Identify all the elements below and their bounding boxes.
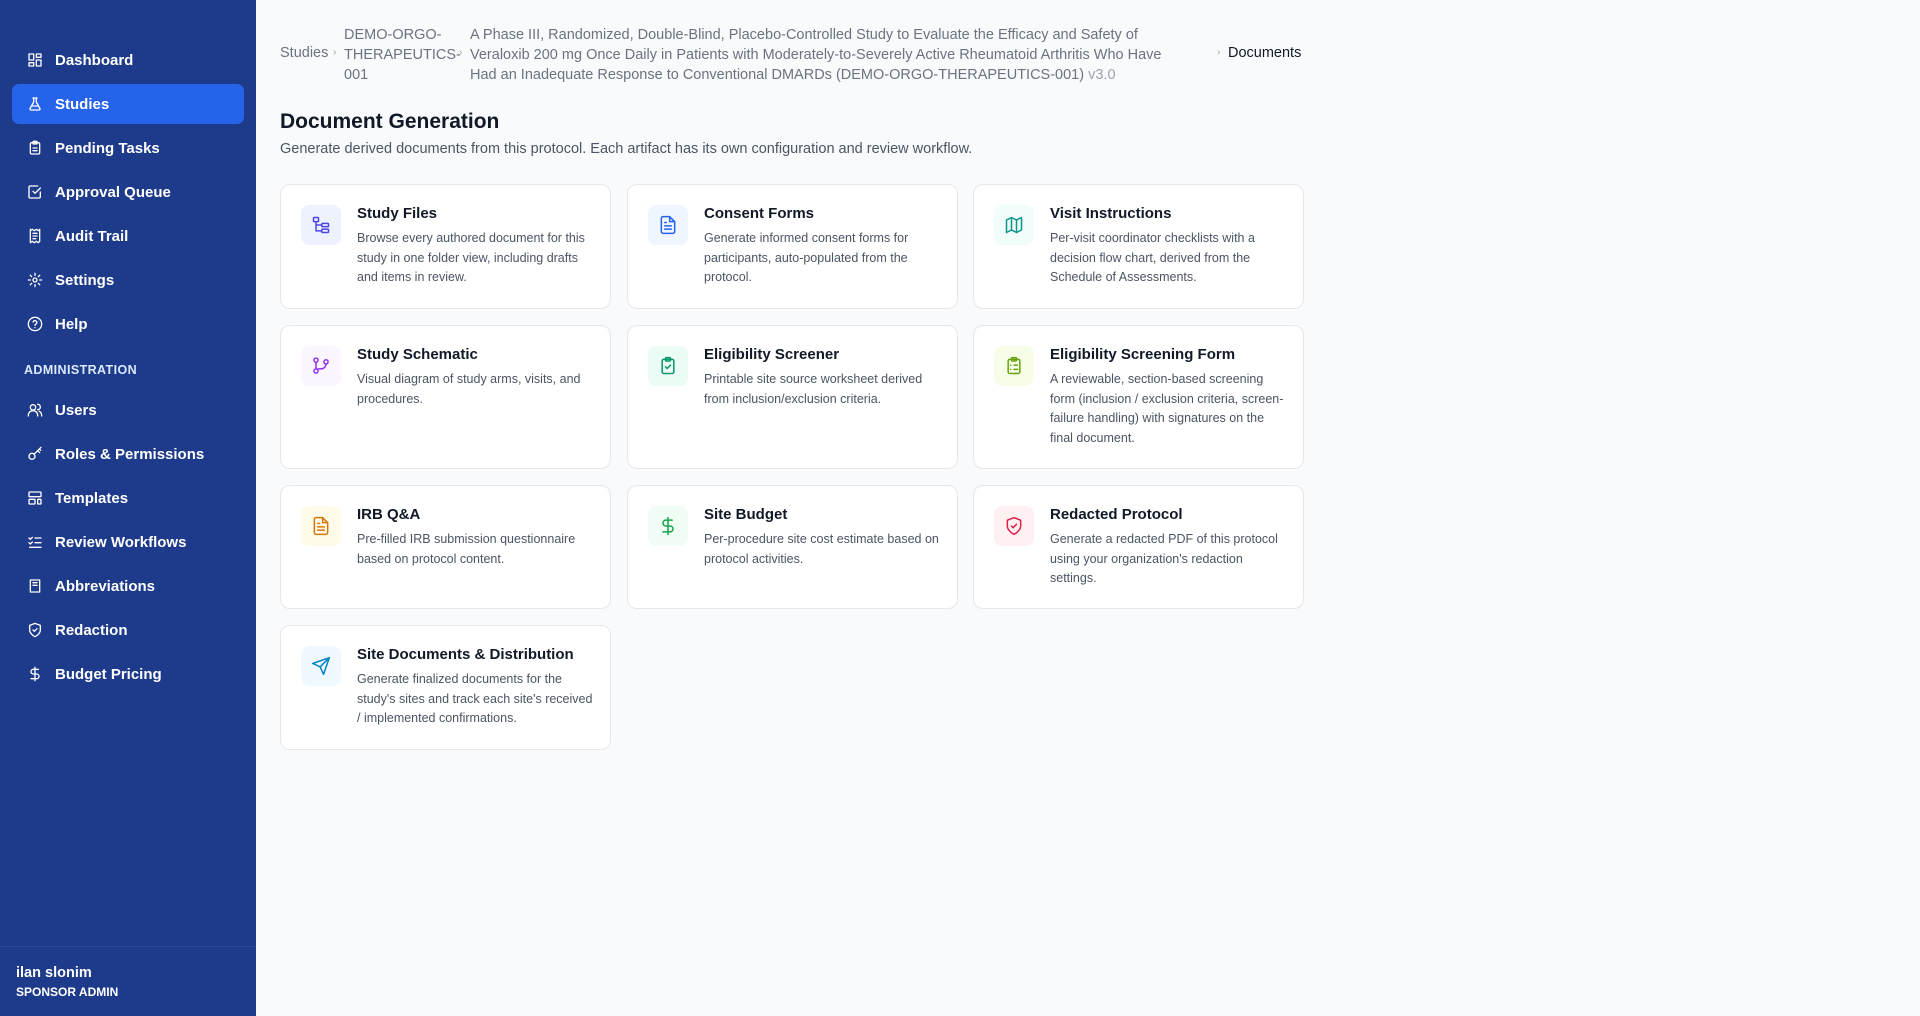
check-square-icon xyxy=(27,184,43,200)
card-eligibility-screening-form[interactable]: Eligibility Screening Form A reviewable,… xyxy=(973,325,1304,469)
sidebar-item-redaction[interactable]: Redaction xyxy=(12,610,244,650)
card-title: Visit Instructions xyxy=(1050,205,1172,222)
book-icon xyxy=(27,578,43,594)
users-icon xyxy=(27,402,43,418)
dollar-icon xyxy=(648,506,688,546)
map-icon xyxy=(994,205,1034,245)
sidebar-item-label: Review Workflows xyxy=(55,533,187,551)
card-title: Redacted Protocol xyxy=(1050,506,1183,523)
card-title: Consent Forms xyxy=(704,205,815,222)
breadcrumb-protocol-link[interactable]: A Phase III, Randomized, Double-Blind, P… xyxy=(470,25,1190,85)
flask-icon xyxy=(27,96,43,112)
card-site-documents-distribution[interactable]: Site Documents & Distribution Generate f… xyxy=(280,625,611,750)
breadcrumb-study-link[interactable]: DEMO-ORGO-THERAPEUTICS-001 xyxy=(344,25,461,85)
clipboard-icon xyxy=(27,140,43,156)
sidebar-nav: Dashboard Studies Pending Tasks Approval… xyxy=(12,40,244,698)
list-checks-icon xyxy=(27,534,43,550)
dollar-icon xyxy=(27,666,43,682)
card-consent-forms[interactable]: Consent Forms Generate informed consent … xyxy=(627,184,958,309)
breadcrumb-studies-link[interactable]: Studies xyxy=(280,45,328,61)
sidebar-item-label: Abbreviations xyxy=(55,577,156,595)
sidebar-item-label: Audit Trail xyxy=(55,227,129,245)
protocol-title: A Phase III, Randomized, Double-Blind, P… xyxy=(470,27,1162,83)
file-text-icon xyxy=(648,205,688,245)
sidebar-item-audit-trail[interactable]: Audit Trail xyxy=(12,216,244,256)
card-title: Eligibility Screening Form xyxy=(1050,346,1236,363)
shield-check-icon xyxy=(994,506,1034,546)
breadcrumb-current: Documents xyxy=(1228,45,1302,61)
card-description: A reviewable, section-based screening fo… xyxy=(1050,372,1284,445)
sidebar-item-settings[interactable]: Settings xyxy=(12,260,244,300)
card-visit-instructions[interactable]: Visit Instructions Per-visit coordinator… xyxy=(973,184,1304,309)
sidebar: Dashboard Studies Pending Tasks Approval… xyxy=(0,0,256,1016)
git-branch-icon xyxy=(301,346,341,386)
card-description: Printable site source worksheet derived … xyxy=(704,372,923,406)
card-description: Generate a redacted PDF of this protocol… xyxy=(1050,532,1278,585)
page-title: Document Generation xyxy=(280,110,500,133)
card-study-schematic[interactable]: Study Schematic Visual diagram of study … xyxy=(280,325,611,469)
card-description: Generate finalized documents for the stu… xyxy=(357,672,593,725)
sidebar-item-approval-queue[interactable]: Approval Queue xyxy=(12,172,244,212)
sidebar-item-label: Pending Tasks xyxy=(55,139,160,157)
clipboard-check-icon xyxy=(648,346,688,386)
folder-tree-icon xyxy=(301,205,341,245)
sidebar-item-roles-permissions[interactable]: Roles & Permissions xyxy=(12,434,244,474)
user-profile[interactable]: ilan slonim SPONSOR ADMIN xyxy=(0,946,256,1016)
sidebar-item-label: Studies xyxy=(55,95,110,113)
sidebar-item-abbreviations[interactable]: Abbreviations xyxy=(12,566,244,606)
sidebar-item-studies[interactable]: Studies xyxy=(12,84,244,124)
sidebar-item-label: Users xyxy=(55,401,97,419)
card-description: Pre-filled IRB submission questionnaire … xyxy=(357,532,576,566)
help-circle-icon xyxy=(27,316,43,332)
sidebar-item-label: Budget Pricing xyxy=(55,665,162,683)
admin-section-label: ADMINISTRATION xyxy=(24,363,137,377)
sidebar-item-label: Roles & Permissions xyxy=(55,445,205,463)
card-title: Site Budget xyxy=(704,506,788,523)
card-title: Study Schematic xyxy=(357,346,478,363)
card-study-files[interactable]: Study Files Browse every authored docume… xyxy=(280,184,611,309)
key-icon xyxy=(27,446,43,462)
card-title: Eligibility Screener xyxy=(704,346,840,363)
sidebar-item-review-workflows[interactable]: Review Workflows xyxy=(12,522,244,562)
card-title: Study Files xyxy=(357,205,438,222)
file-lines-icon xyxy=(301,506,341,546)
sidebar-item-label: Templates xyxy=(55,489,129,507)
sidebar-item-dashboard[interactable]: Dashboard xyxy=(12,40,244,80)
breadcrumb-separator-icon: › xyxy=(1217,47,1221,58)
user-name: ilan slonim xyxy=(16,965,92,981)
shield-icon xyxy=(27,622,43,638)
card-redacted-protocol[interactable]: Redacted Protocol Generate a redacted PD… xyxy=(973,485,1304,609)
sidebar-item-label: Settings xyxy=(55,271,115,289)
card-irb-qa[interactable]: IRB Q&A Pre-filled IRB submission questi… xyxy=(280,485,611,609)
gear-icon xyxy=(27,272,43,288)
clipboard-list-icon xyxy=(994,346,1034,386)
send-icon xyxy=(301,646,341,686)
card-description: Browse every authored document for this … xyxy=(357,231,585,284)
sidebar-item-label: Redaction xyxy=(55,621,128,639)
sidebar-item-label: Dashboard xyxy=(55,51,134,69)
sidebar-item-users[interactable]: Users xyxy=(12,390,244,430)
sidebar-item-help[interactable]: Help xyxy=(12,304,244,344)
sidebar-item-label: Approval Queue xyxy=(55,183,171,201)
card-site-budget[interactable]: Site Budget Per-procedure site cost esti… xyxy=(627,485,958,609)
card-description: Per-procedure site cost estimate based o… xyxy=(704,532,939,566)
receipt-icon xyxy=(27,228,43,244)
sidebar-item-templates[interactable]: Templates xyxy=(12,478,244,518)
dashboard-icon xyxy=(27,52,43,68)
protocol-version: v3.0 xyxy=(1088,67,1116,83)
card-description: Per-visit coordinator checklists with a … xyxy=(1050,231,1255,284)
card-description: Visual diagram of study arms, visits, an… xyxy=(357,372,581,406)
card-title: IRB Q&A xyxy=(357,506,421,523)
card-eligibility-screener[interactable]: Eligibility Screener Printable site sour… xyxy=(627,325,958,469)
card-description: Generate informed consent forms for part… xyxy=(704,231,909,284)
page-subtitle: Generate derived documents from this pro… xyxy=(280,141,973,157)
breadcrumb-separator-icon: › xyxy=(333,47,337,58)
sidebar-item-budget-pricing[interactable]: Budget Pricing xyxy=(12,654,244,694)
sidebar-item-label: Help xyxy=(55,315,88,333)
layout-template-icon xyxy=(27,490,43,506)
card-title: Site Documents & Distribution xyxy=(357,646,574,663)
user-role: SPONSOR ADMIN xyxy=(16,985,119,999)
sidebar-item-pending-tasks[interactable]: Pending Tasks xyxy=(12,128,244,168)
breadcrumb-separator-icon: › xyxy=(459,47,463,58)
